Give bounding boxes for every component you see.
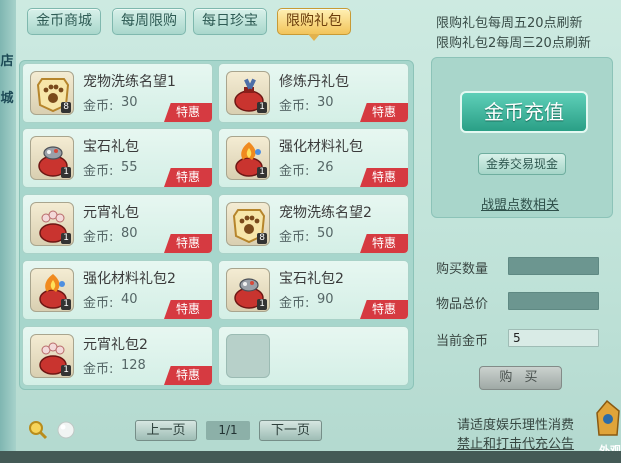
price-label: 金币: <box>83 296 114 311</box>
item-count: 1 <box>61 299 71 310</box>
lantern-bag-icon[interactable]: 1 <box>30 202 74 246</box>
price-label: 金币: <box>279 230 310 245</box>
item-price: 40 <box>121 292 138 307</box>
item-name: 强化材料礼包 <box>279 139 363 155</box>
lantern-bag-icon[interactable]: 1 <box>30 334 74 378</box>
gem-bag-icon[interactable]: 1 <box>226 268 270 312</box>
price-label: 金币: <box>279 99 310 114</box>
pearl-icon[interactable] <box>55 419 77 441</box>
quantity-input[interactable] <box>508 257 599 275</box>
item-name: 宠物洗练名望2 <box>279 205 372 221</box>
refresh-notice: 限购礼包每周五20点刷新 <box>436 16 583 31</box>
left-edge-char: 城 <box>0 91 14 106</box>
item-name: 强化材料礼包2 <box>83 271 176 287</box>
refresh-notice: 限购礼包2每周三20点刷新 <box>436 36 591 51</box>
tab-weekly-limited[interactable]: 每周限购 <box>112 8 186 35</box>
magnifier-icon[interactable] <box>27 419 49 441</box>
anti-recharge-notice-link[interactable]: 禁止和打击代充公告 <box>457 433 574 452</box>
price-label: 金币: <box>83 362 114 377</box>
current-gold-label: 当前金币 <box>436 334 489 349</box>
shop-item-card[interactable]: 1 强化材料礼包 金币: 26 特惠 <box>218 128 409 188</box>
price-label: 金币: <box>83 164 114 179</box>
discount-badge: 特惠 <box>164 366 212 385</box>
item-name: 修炼丹礼包 <box>279 74 349 90</box>
empty-icon-slot <box>226 334 270 378</box>
tab-gold-mall[interactable]: 金币商城 <box>27 8 101 35</box>
recharge-panel: 金币充值 金券交易现金 战盟点数相关 <box>431 57 613 218</box>
fire-bag-icon[interactable]: 1 <box>226 136 270 180</box>
fire-bag-icon[interactable]: 1 <box>30 268 74 312</box>
discount-badge: 特惠 <box>164 103 212 122</box>
price-label: 金币: <box>83 230 114 245</box>
alliance-points-link[interactable]: 战盟点数相关 <box>481 194 559 213</box>
item-count: 1 <box>61 365 71 376</box>
tab-limited-pack[interactable]: 限购礼包 <box>277 8 351 41</box>
item-count: 1 <box>257 167 267 178</box>
next-page-button[interactable]: 下一页 <box>259 420 322 441</box>
item-price: 50 <box>317 226 334 241</box>
item-name: 宠物洗练名望1 <box>83 74 176 90</box>
price-label: 金币: <box>83 99 114 114</box>
item-price: 80 <box>121 226 138 241</box>
total-price-field <box>508 292 599 310</box>
gem-bag-icon[interactable]: 1 <box>30 136 74 180</box>
price-label: 金币: <box>279 164 310 179</box>
shop-item-card[interactable]: 1 宝石礼包 金币: 55 特惠 <box>22 128 213 188</box>
shop-item-card[interactable]: 1 元宵礼包 金币: 80 特惠 <box>22 194 213 254</box>
shop-item-card[interactable]: 1 宝石礼包2 金币: 90 特惠 <box>218 260 409 320</box>
tab-daily-treasure[interactable]: 每日珍宝 <box>193 8 267 35</box>
bottom-strip <box>0 451 621 463</box>
discount-badge: 特惠 <box>360 234 408 253</box>
price-label: 金币: <box>279 296 310 311</box>
left-edge-char: 店 <box>0 54 14 69</box>
item-price: 55 <box>121 160 138 175</box>
gift-bag-icon[interactable]: 1 <box>226 71 270 115</box>
quantity-label: 购买数量 <box>436 262 489 277</box>
discount-badge: 特惠 <box>360 103 408 122</box>
footer-note: 请适度娱乐理性消费 <box>457 418 575 433</box>
item-count: 8 <box>61 102 71 113</box>
shop-item-card[interactable]: 1 元宵礼包2 金币: 128 特惠 <box>22 326 213 386</box>
item-price: 90 <box>317 292 334 307</box>
discount-badge: 特惠 <box>360 168 408 187</box>
item-name: 宝石礼包 <box>83 139 139 155</box>
item-name: 元宵礼包 <box>83 205 139 221</box>
item-count: 1 <box>61 167 71 178</box>
recharge-button[interactable]: 金币充值 <box>460 91 588 133</box>
paw-badge-icon[interactable]: 8 <box>226 202 270 246</box>
buy-button[interactable]: 购 买 <box>479 366 562 390</box>
discount-badge: 特惠 <box>164 300 212 319</box>
page-indicator: 1/1 <box>206 421 250 440</box>
prev-page-button[interactable]: 上一页 <box>135 420 197 441</box>
item-price: 26 <box>317 160 334 175</box>
shop-item-card[interactable]: 8 宠物洗练名望1 金币: 30 特惠 <box>22 63 213 123</box>
shop-item-card[interactable]: 8 宠物洗练名望2 金币: 50 特惠 <box>218 194 409 254</box>
paw-badge-icon[interactable]: 8 <box>30 71 74 115</box>
discount-badge: 特惠 <box>164 168 212 187</box>
item-count: 8 <box>257 233 267 244</box>
item-name: 元宵礼包2 <box>83 337 148 353</box>
shop-window: 店 城 金币商城 每周限购 每日珍宝 限购礼包 限购礼包每周五20点刷新 限购礼… <box>0 0 621 463</box>
discount-badge: 特惠 <box>360 300 408 319</box>
item-name: 宝石礼包2 <box>279 271 344 287</box>
item-price: 30 <box>121 95 138 110</box>
item-count: 1 <box>257 299 267 310</box>
item-price: 30 <box>317 95 334 110</box>
current-gold-field: 5 <box>508 329 599 347</box>
shop-item-card[interactable]: 1 修炼丹礼包 金币: 30 特惠 <box>218 63 409 123</box>
item-price: 128 <box>121 358 146 373</box>
discount-badge: 特惠 <box>164 234 212 253</box>
empty-item-slot <box>218 326 409 386</box>
total-price-label: 物品总价 <box>436 297 489 312</box>
left-edge-decoration: 店 城 <box>0 0 16 463</box>
shop-item-card[interactable]: 1 强化材料礼包2 金币: 40 特惠 <box>22 260 213 320</box>
coupon-exchange-button[interactable]: 金券交易现金 <box>478 153 566 175</box>
item-count: 1 <box>257 102 267 113</box>
item-count: 1 <box>61 233 71 244</box>
